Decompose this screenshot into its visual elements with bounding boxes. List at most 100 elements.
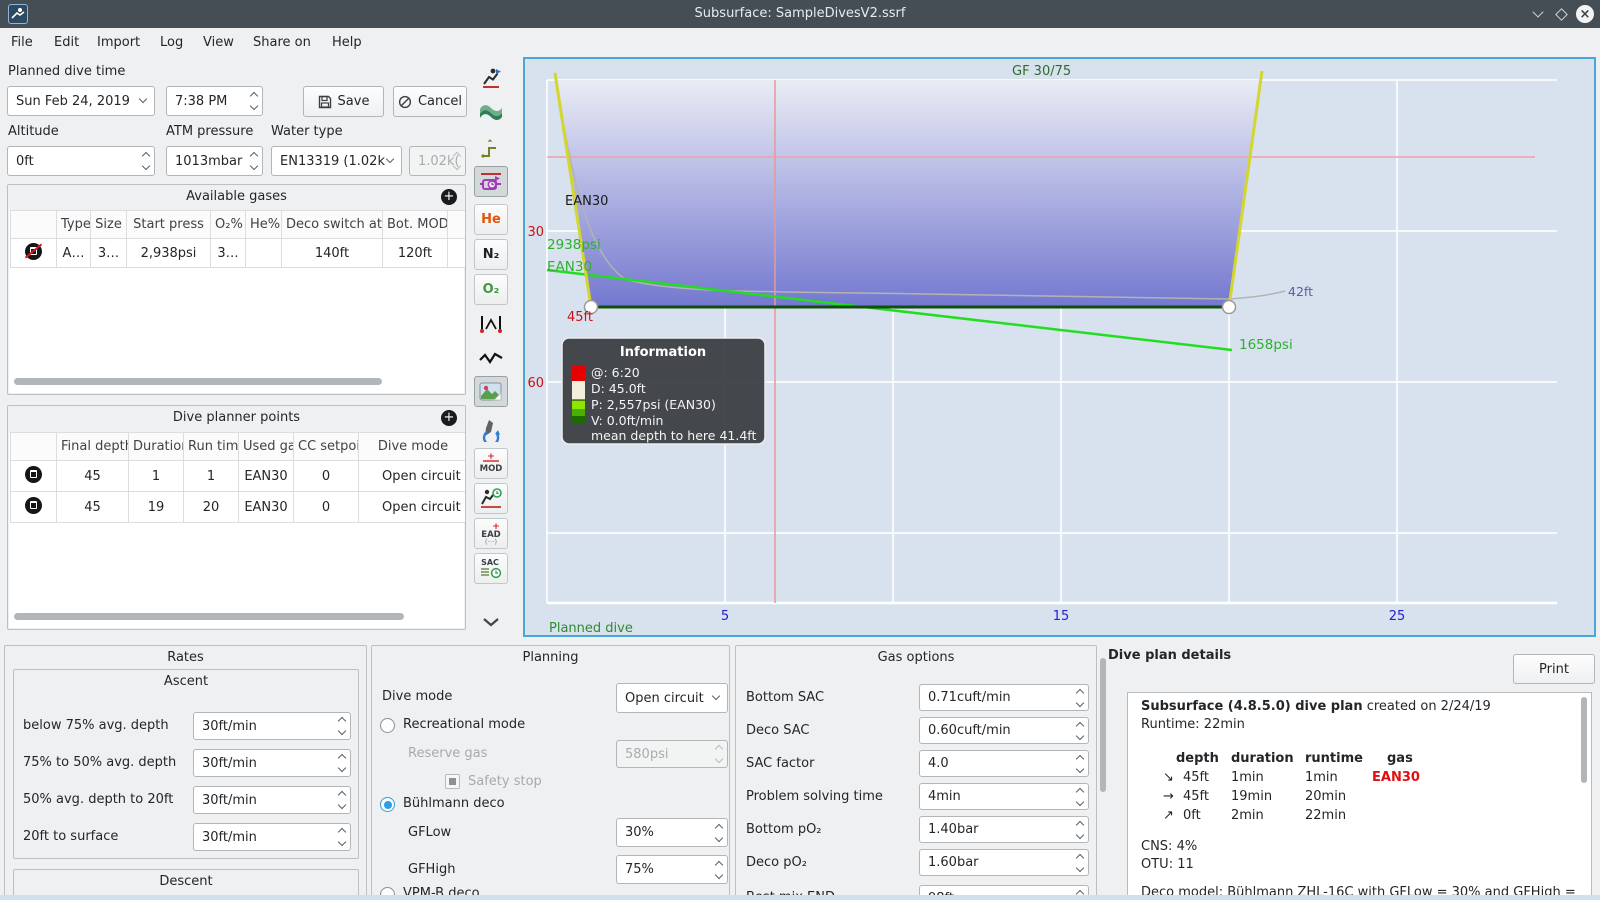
- close-window-icon[interactable]: ×: [1576, 5, 1594, 23]
- col-o2[interactable]: O₂%: [210, 210, 246, 239]
- plan-details-scrollbar[interactable]: [1581, 697, 1587, 783]
- points-h-scrollbar[interactable]: [14, 613, 404, 620]
- ascent-rate-spinner-3[interactable]: 30ft/min: [193, 786, 351, 814]
- point-runtime-cell[interactable]: 1: [183, 460, 239, 492]
- point-divemode-cell[interactable]: Open circuit: [358, 491, 465, 523]
- menu-file[interactable]: File: [11, 35, 33, 50]
- plan-details-text-box[interactable]: Subsurface (4.8.5.0) dive plan created o…: [1127, 692, 1592, 900]
- gas-bot-mod-cell[interactable]: 120ft: [382, 238, 448, 268]
- atm-pressure-spinner[interactable]: 1013mbar: [166, 146, 263, 176]
- point-duration-cell[interactable]: 1: [128, 460, 184, 492]
- safety-stop-checkbox[interactable]: [445, 774, 460, 789]
- gas-he-cell[interactable]: [245, 238, 282, 268]
- delete-point-button[interactable]: [10, 460, 57, 492]
- maximize-window-icon[interactable]: [1552, 5, 1570, 23]
- gflow-spinner[interactable]: 30%: [616, 818, 728, 847]
- col-size[interactable]: Size: [90, 210, 127, 239]
- gases-h-scrollbar[interactable]: [14, 378, 382, 385]
- toolbar-dive-planner-icon[interactable]: [474, 62, 508, 93]
- toolbar-photos-icon[interactable]: [474, 376, 508, 407]
- gas-type-cell[interactable]: A…: [56, 238, 91, 268]
- col-type[interactable]: Type: [56, 210, 91, 239]
- point-gas-cell[interactable]: EAN30: [238, 460, 294, 492]
- point-divemode-cell[interactable]: Open circuit: [358, 460, 465, 492]
- print-button[interactable]: Print: [1513, 654, 1595, 684]
- delete-point-button[interactable]: [10, 491, 57, 523]
- toolbar-planner-clock-icon[interactable]: [474, 166, 508, 197]
- save-button[interactable]: Save: [303, 86, 384, 117]
- point-depth-cell[interactable]: 45: [56, 460, 129, 492]
- toolbar-sac-toggle[interactable]: SAC: [474, 553, 508, 584]
- deco-sac-spinner[interactable]: 0.60cuft/min: [919, 717, 1089, 744]
- dive-mode-combo[interactable]: Open circuit: [616, 683, 728, 713]
- point-gas-cell[interactable]: EAN30: [238, 491, 294, 523]
- col-run-time[interactable]: Run time: [183, 432, 239, 461]
- toolbar-profile-shape-icon[interactable]: [474, 133, 508, 164]
- menu-share-on[interactable]: Share on: [253, 35, 311, 50]
- col-duration[interactable]: Duration: [128, 432, 184, 461]
- buhlmann-deco-label: Bühlmann deco: [403, 796, 505, 811]
- altitude-spinner[interactable]: 0ft: [7, 146, 155, 176]
- bottom-panel-v-scrollbar[interactable]: [1100, 658, 1106, 792]
- col-cc-setpoint[interactable]: CC setpoint: [293, 432, 359, 461]
- col-used-gas[interactable]: Used gas: [238, 432, 294, 461]
- point-setpoint-cell[interactable]: 0: [293, 460, 359, 492]
- toolbar-he-toggle[interactable]: He: [474, 204, 508, 235]
- col-final-depth[interactable]: Final depth: [56, 432, 129, 461]
- water-type-combo[interactable]: EN13319 (1.02k: [271, 146, 402, 176]
- toolbar-ruler-icon[interactable]: [474, 308, 508, 339]
- waypoint-handle[interactable]: [1221, 299, 1237, 315]
- col-he[interactable]: He%: [245, 210, 282, 239]
- menu-log[interactable]: Log: [160, 35, 183, 50]
- shade-window-icon[interactable]: [1529, 5, 1547, 23]
- point-duration-cell[interactable]: 19: [128, 491, 184, 523]
- deco-po2-spinner[interactable]: 1.60bar: [919, 849, 1089, 876]
- bottom-sac-spinner[interactable]: 0.71cuft/min: [919, 684, 1089, 711]
- title-bar[interactable]: Subsurface: SampleDivesV2.ssrf ×: [0, 0, 1600, 28]
- add-point-button[interactable]: +: [441, 410, 457, 426]
- gas-mnd-cell[interactable]: 98f: [447, 238, 465, 268]
- toolbar-mod-toggle[interactable]: + MOD: [474, 448, 508, 479]
- buhlmann-deco-radio[interactable]: [380, 797, 395, 812]
- dive-time-spinner[interactable]: 7:38 PM: [166, 86, 263, 116]
- gas-deco-switch-cell[interactable]: 140ft: [281, 238, 383, 268]
- toolbar-runner-clock-icon[interactable]: [474, 483, 508, 514]
- col-dive-mode[interactable]: Dive mode: [358, 432, 465, 461]
- time-tick-5: 5: [721, 609, 729, 624]
- gas-o2-cell[interactable]: 3…: [210, 238, 246, 268]
- add-gas-button[interactable]: +: [441, 189, 457, 205]
- problem-time-spinner[interactable]: 4min: [919, 783, 1089, 810]
- toolbar-waves-icon[interactable]: [474, 96, 508, 127]
- toolbar-scroll-down-icon[interactable]: [474, 606, 508, 637]
- dive-profile-chart[interactable]: GF 30/75 30 60 5 15 25 EAN30 2938psi EAN…: [523, 57, 1596, 637]
- dive-date-combo[interactable]: Sun Feb 24, 2019: [7, 86, 155, 116]
- toolbar-o2-toggle[interactable]: O₂: [474, 274, 508, 305]
- bottom-h-scrollbar[interactable]: [0, 895, 1600, 900]
- point-setpoint-cell[interactable]: 0: [293, 491, 359, 523]
- ascent-rate-spinner-4[interactable]: 30ft/min: [193, 823, 351, 851]
- menu-view[interactable]: View: [203, 35, 234, 50]
- cancel-button[interactable]: Cancel: [393, 86, 467, 117]
- ascent-rate-spinner-2[interactable]: 30ft/min: [193, 749, 351, 777]
- point-runtime-cell[interactable]: 20: [183, 491, 239, 523]
- gas-size-cell[interactable]: 3…: [90, 238, 127, 268]
- delete-gas-button[interactable]: [10, 238, 57, 268]
- col-start-press[interactable]: Start press: [126, 210, 211, 239]
- menu-edit[interactable]: Edit: [54, 35, 79, 50]
- point-depth-cell[interactable]: 45: [56, 491, 129, 523]
- recreational-mode-radio[interactable]: [380, 718, 395, 733]
- menu-help[interactable]: Help: [332, 35, 362, 50]
- sac-factor-spinner[interactable]: 4.0: [919, 750, 1089, 777]
- bottom-po2-spinner[interactable]: 1.40bar: [919, 816, 1089, 843]
- col-bot-mod[interactable]: Bot. MOD: [382, 210, 448, 239]
- toolbar-recalc-icon[interactable]: [474, 414, 508, 445]
- col-mnd[interactable]: MND: [447, 210, 465, 239]
- toolbar-heartrate-icon[interactable]: [474, 342, 508, 373]
- gfhigh-spinner[interactable]: 75%: [616, 855, 728, 884]
- ascent-rate-spinner-1[interactable]: 30ft/min: [193, 712, 351, 740]
- toolbar-n2-toggle[interactable]: N₂: [474, 239, 508, 270]
- gas-start-press-cell[interactable]: 2,938psi: [126, 238, 211, 268]
- menu-import[interactable]: Import: [97, 35, 140, 50]
- col-deco-switch[interactable]: Deco switch at: [281, 210, 383, 239]
- toolbar-ead-toggle[interactable]: + EAD (···): [474, 518, 508, 549]
